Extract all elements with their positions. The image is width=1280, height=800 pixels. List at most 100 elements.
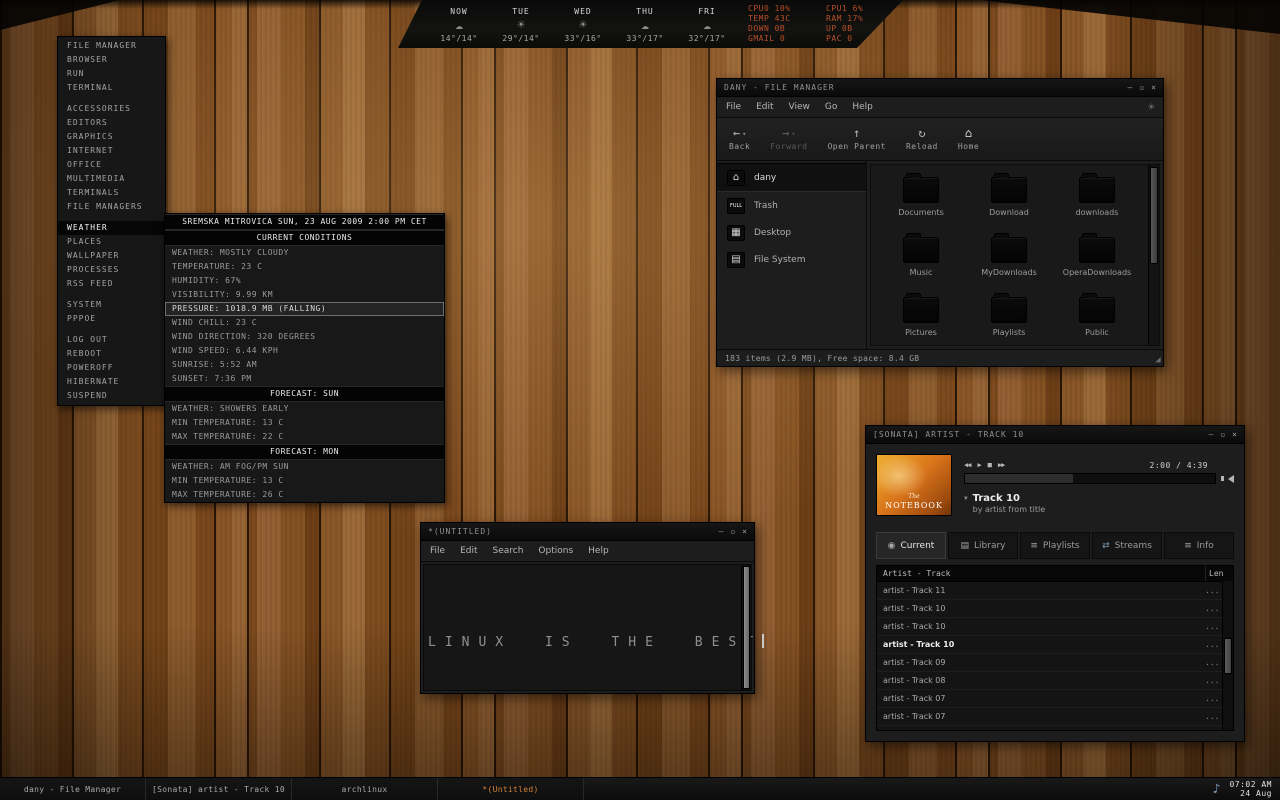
weather-menu-item[interactable]: MIN TEMPERATURE: 13 C: [165, 416, 444, 430]
folder-item[interactable]: Download: [965, 173, 1053, 233]
toolbar-button[interactable]: ← ▾ Back: [729, 127, 750, 152]
maximize-button[interactable]: ▫: [1220, 430, 1225, 439]
menubar-item[interactable]: File: [726, 102, 741, 112]
playlist-row[interactable]: artist - Track 07 ...: [877, 690, 1223, 708]
weather-menu-item[interactable]: WEATHER: MOSTLY CLOUDY: [165, 246, 444, 260]
menu-item[interactable]: MULTIMEDIA: [58, 172, 165, 186]
expander-icon[interactable]: ▼: [964, 495, 968, 502]
weather-menu-item[interactable]: MAX TEMPERATURE: 26 C: [165, 488, 444, 502]
minimize-button[interactable]: –: [1209, 430, 1214, 439]
menu-item[interactable]: ACCESSORIES: [58, 102, 165, 116]
toolbar-button[interactable]: ↑ ▾ Open Parent: [827, 127, 885, 152]
folder-item[interactable]: Public: [1053, 293, 1141, 353]
dropdown-caret-icon[interactable]: ▾: [742, 130, 746, 138]
fm-scrollbar-thumb[interactable]: [1150, 167, 1158, 264]
folder-item[interactable]: downloads: [1053, 173, 1141, 233]
menubar-item[interactable]: Edit: [460, 546, 477, 556]
folder-item[interactable]: Playlists: [965, 293, 1053, 353]
weather-menu-item[interactable]: VISIBILITY: 9.99 KM: [165, 288, 444, 302]
player-titlebar[interactable]: [SONATA] ARTIST - TRACK 10 – ▫ ×: [866, 426, 1244, 444]
fm-titlebar[interactable]: DANY - FILE MANAGER – ▫ ×: [717, 79, 1163, 97]
taskbar-task[interactable]: dany - File Manager: [0, 778, 146, 800]
menu-item[interactable]: INTERNET: [58, 144, 165, 158]
column-header-length[interactable]: Len: [1206, 566, 1223, 581]
dropdown-caret-icon[interactable]: ▾: [791, 130, 795, 138]
menu-item[interactable]: RSS FEED: [58, 277, 165, 291]
menubar-item[interactable]: Go: [825, 102, 837, 112]
menu-item[interactable]: SYSTEM: [58, 298, 165, 312]
weather-menu-item[interactable]: WIND SPEED: 6.44 KPH: [165, 344, 444, 358]
weather-menu-item[interactable]: MAX TEMPERATURE: 22 C: [165, 430, 444, 444]
weather-menu-item[interactable]: SUNSET: 7:36 PM: [165, 372, 444, 386]
playlist-row[interactable]: artist - Track 11 ...: [877, 582, 1223, 600]
menu-item[interactable]: SUSPEND: [58, 389, 165, 403]
playlist-scrollbar[interactable]: [1222, 581, 1233, 730]
column-header-track[interactable]: Artist - Track: [877, 566, 1206, 581]
menubar-item[interactable]: File: [430, 546, 445, 556]
player-tab[interactable]: ≡ Info: [1164, 532, 1234, 559]
menu-item[interactable]: RUN: [58, 67, 165, 81]
menubar-item[interactable]: Help: [588, 546, 609, 556]
playlist-row[interactable]: artist - Track 10 ...: [877, 636, 1223, 654]
menu-item[interactable]: OFFICE: [58, 158, 165, 172]
toolbar-button[interactable]: ⌂ ▾ Home: [958, 127, 979, 152]
weather-menu-item[interactable]: HUMIDITY: 67%: [165, 274, 444, 288]
player-tab[interactable]: ▤ Library: [948, 532, 1018, 559]
playlist-row[interactable]: artist - Track 09 ...: [877, 654, 1223, 672]
playlist-row[interactable]: artist - Track 10 ...: [877, 600, 1223, 618]
maximize-button[interactable]: ▫: [1139, 83, 1144, 92]
weather-menu-item[interactable]: PRESSURE: 1018.9 MB (FALLING): [165, 302, 444, 316]
close-button[interactable]: ×: [1232, 430, 1237, 439]
menu-item[interactable]: FILE MANAGER: [58, 39, 165, 53]
menubar-item[interactable]: View: [789, 102, 810, 112]
folder-item[interactable]: OperaDownloads: [1053, 233, 1141, 293]
player-tab[interactable]: ≡ Playlists: [1020, 532, 1090, 559]
menubar-item[interactable]: Help: [852, 102, 873, 112]
menu-item[interactable]: POWEROFF: [58, 361, 165, 375]
folder-item[interactable]: Music: [877, 233, 965, 293]
fm-folder-view[interactable]: Documents Download downloads Music MyDow…: [870, 164, 1160, 346]
playlist-row[interactable]: artist - Track 08 ...: [877, 672, 1223, 690]
menu-item[interactable]: [58, 326, 165, 333]
menu-item[interactable]: BROWSER: [58, 53, 165, 67]
weather-menu-item[interactable]: WEATHER: SHOWERS EARLY: [165, 402, 444, 416]
menu-item[interactable]: TERMINAL: [58, 81, 165, 95]
weather-menu-item[interactable]: WEATHER: AM FOG/PM SUN: [165, 460, 444, 474]
close-button[interactable]: ×: [742, 527, 747, 536]
minimize-button[interactable]: –: [1128, 83, 1133, 92]
menu-item[interactable]: REBOOT: [58, 347, 165, 361]
toolbar-button[interactable]: → ▾ Forward: [770, 127, 807, 152]
sidebar-place[interactable]: ⌂ dany: [717, 163, 866, 192]
editor-scrollbar[interactable]: [741, 565, 751, 690]
player-tab[interactable]: ◉ Current: [876, 532, 946, 559]
playlist-scrollbar-thumb[interactable]: [1224, 637, 1232, 674]
menu-item[interactable]: [58, 214, 165, 221]
menu-item[interactable]: [58, 291, 165, 298]
sidebar-place[interactable]: ▦ Desktop: [717, 219, 866, 246]
folder-item[interactable]: MyDownloads: [965, 233, 1053, 293]
editor-scrollbar-thumb[interactable]: [743, 566, 750, 689]
menu-item[interactable]: LOG OUT: [58, 333, 165, 347]
sidebar-place[interactable]: ▤ File System: [717, 246, 866, 273]
menu-item[interactable]: PPPOE: [58, 312, 165, 326]
playlist-row[interactable]: artist - Track 10 ...: [877, 618, 1223, 636]
weather-menu-item[interactable]: MIN TEMPERATURE: 13 C: [165, 474, 444, 488]
menu-item[interactable]: PROCESSES: [58, 263, 165, 277]
menu-item[interactable]: PLACES: [58, 235, 165, 249]
weather-menu-item[interactable]: WIND CHILL: 23 C: [165, 316, 444, 330]
menu-item[interactable]: TERMINALS: [58, 186, 165, 200]
maximize-button[interactable]: ▫: [730, 527, 735, 536]
weather-menu-item[interactable]: TEMPERATURE: 23 C: [165, 260, 444, 274]
folder-item[interactable]: Documents: [877, 173, 965, 233]
next-button[interactable]: ▶▶: [998, 460, 1006, 470]
menu-item[interactable]: GRAPHICS: [58, 130, 165, 144]
menu-item[interactable]: [58, 95, 165, 102]
taskbar-task[interactable]: [Sonata] artist - Track 10: [146, 778, 292, 800]
menu-item[interactable]: EDITORS: [58, 116, 165, 130]
progress-bar[interactable]: [964, 473, 1216, 484]
taskbar-task[interactable]: archlinux: [292, 778, 438, 800]
close-button[interactable]: ×: [1151, 83, 1156, 92]
editor-text-area[interactable]: LINUX IS THE BEST: [423, 564, 765, 691]
fm-scrollbar[interactable]: [1148, 165, 1159, 345]
weather-menu-item[interactable]: SUNRISE: 5:52 AM: [165, 358, 444, 372]
